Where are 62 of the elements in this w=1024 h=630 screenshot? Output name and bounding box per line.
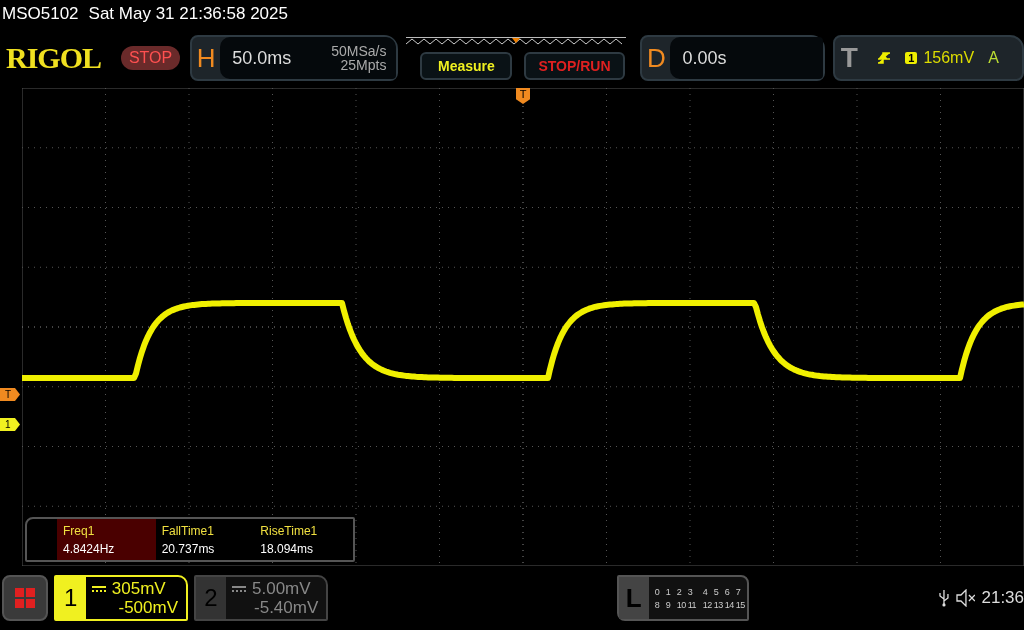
model-name: MSO5102	[2, 4, 79, 24]
dc-coupling-icon	[232, 584, 246, 593]
trigger-panel[interactable]: T 1 156mV A	[833, 35, 1024, 81]
logic-channel-number: 1	[665, 586, 672, 597]
trigger-level-marker[interactable]: T	[0, 388, 20, 401]
trigger-label: T	[839, 42, 859, 74]
channel-number: 1	[55, 577, 86, 619]
channel-scale: 5.00mV	[252, 579, 311, 598]
delay-value: 0.00s	[670, 37, 824, 79]
channel-offset: -5.40mV	[254, 598, 319, 617]
grid-icon	[13, 587, 36, 609]
trigger-position-marker[interactable]: T	[516, 88, 530, 104]
logic-channel-number: 2	[676, 586, 683, 597]
muted-speaker-icon[interactable]	[955, 589, 976, 607]
run-state-badge: STOP	[120, 46, 181, 70]
logic-channel-number: 3	[687, 586, 694, 597]
memory-depth: 25Mpts	[340, 58, 387, 72]
delay-panel[interactable]: D 0.00s	[640, 35, 826, 81]
date-time: Sat May 31 21:36:58 2025	[88, 4, 288, 24]
brand-logo: RIGOL	[6, 41, 103, 75]
trigger-source-badge: 1	[905, 52, 918, 64]
trigger-mode: A	[988, 49, 999, 67]
channel-offset: -500mV	[118, 598, 178, 617]
clock-time: 21:36	[981, 588, 1024, 608]
logic-channel-number: 11	[687, 599, 697, 610]
logic-channel-number: 8	[654, 599, 661, 610]
logic-channel-number: 7	[735, 586, 742, 597]
measurement-cell[interactable]: Freq1 4.8424Hz	[57, 519, 156, 560]
timebase-value: 50.0ms	[220, 37, 323, 79]
logic-label: L	[618, 577, 649, 619]
channel-scale: 305mV	[111, 579, 166, 598]
dc-coupling-icon	[91, 584, 106, 593]
measurement-name: RiseTime1	[260, 523, 319, 538]
channel-offset-marker[interactable]: 1	[0, 418, 20, 431]
measurement-name: FallTime1	[161, 523, 215, 538]
logic-channel-number: 6	[724, 586, 731, 597]
menu-button[interactable]	[2, 575, 48, 621]
measurement-value: 4.8424Hz	[63, 541, 116, 556]
measurement-cell[interactable]: FallTime1 20.737ms	[155, 519, 255, 560]
logic-channel-number: 4	[702, 586, 709, 597]
logic-channel-number: 15	[735, 599, 746, 610]
measurement-value: 18.094ms	[260, 541, 315, 556]
logic-channel-number: 9	[665, 599, 672, 610]
logic-channel-number: 12	[702, 599, 713, 610]
measure-button[interactable]: Measure	[420, 51, 513, 80]
logic-channel-number: 5	[713, 586, 720, 597]
sample-rate: 50MSa/s	[331, 44, 387, 58]
measurement-name: Freq1	[63, 523, 96, 538]
trigger-level: 156mV	[923, 49, 975, 67]
logic-panel[interactable]: L 0 1 2 3 4 5 6 7 8 9 10 11 12 13 14 15	[616, 575, 749, 621]
stop-run-button[interactable]: STOP/RUN	[524, 51, 625, 80]
channel-panel[interactable]: 1 305mV -500mV	[53, 575, 188, 621]
logic-channel-number: 13	[713, 599, 724, 610]
delay-label: D	[646, 42, 667, 74]
logic-channel-number: 14	[724, 599, 735, 610]
logic-channel-number: 0	[654, 586, 661, 597]
measurement-cell[interactable]: RiseTime1 18.094ms	[254, 519, 353, 560]
usb-icon	[937, 589, 950, 607]
horizontal-panel[interactable]: H 50.0ms 50MSa/s 25Mpts	[190, 35, 399, 81]
horizontal-label: H	[195, 42, 217, 74]
logic-channel-number: 10	[676, 599, 687, 610]
measurement-value: 20.737ms	[161, 541, 216, 556]
